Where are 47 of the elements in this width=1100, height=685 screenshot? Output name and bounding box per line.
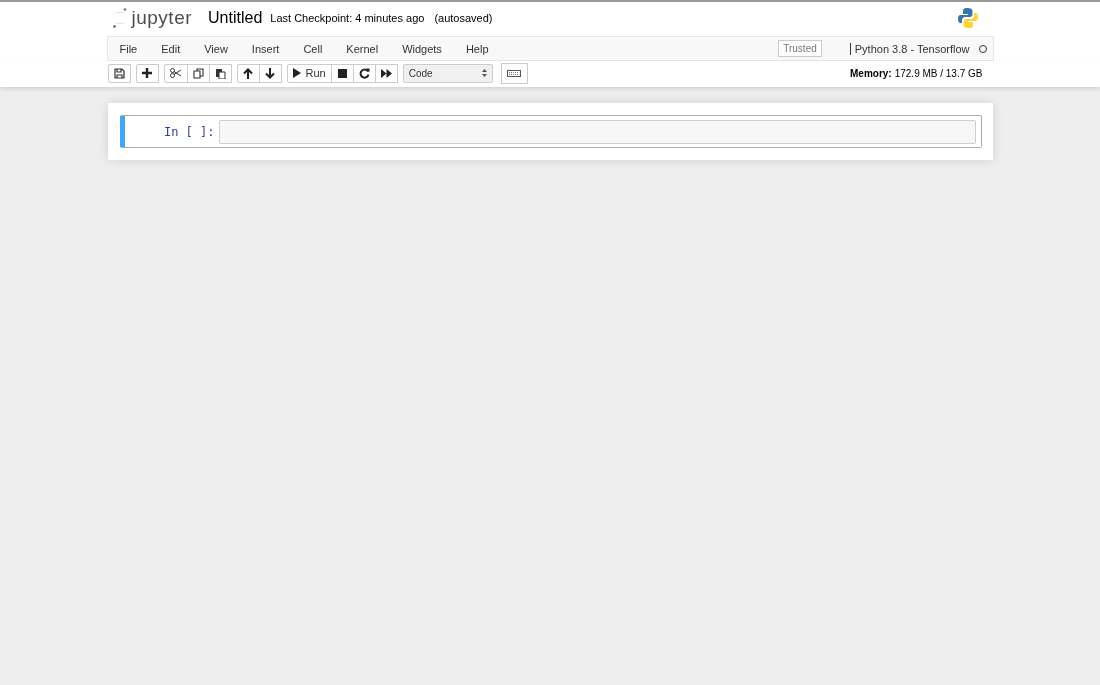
restart-button[interactable] <box>352 63 376 83</box>
logo-icon <box>111 7 128 29</box>
autosave-status: (autosaved) <box>434 12 493 24</box>
run-all-button[interactable] <box>374 63 398 83</box>
input-prompt: In [ ]: <box>162 125 216 139</box>
code-input-field[interactable] <box>218 120 976 144</box>
menu-item[interactable]: Edit <box>149 42 193 55</box>
scissors-icon <box>169 68 182 78</box>
arrow-down-icon <box>265 67 275 79</box>
restart-icon <box>358 67 370 79</box>
menu-item[interactable]: Kernel <box>334 42 391 55</box>
menu-item[interactable]: Insert <box>239 42 292 55</box>
code-cell[interactable]: In [ ]: <box>119 115 982 148</box>
save-icon <box>113 67 125 79</box>
stop-icon <box>337 68 347 78</box>
arrow-up-icon <box>243 67 253 79</box>
menu-item[interactable]: Widgets <box>390 42 454 55</box>
fast-forward-icon <box>380 68 392 78</box>
menu-item[interactable]: File <box>107 42 150 55</box>
copy-icon <box>192 67 204 79</box>
trusted-badge[interactable]: Trusted <box>778 40 822 57</box>
paste-icon <box>214 67 226 79</box>
move-down-button[interactable] <box>258 63 282 83</box>
menu-item[interactable]: Help <box>453 42 501 55</box>
plus-icon <box>142 68 152 78</box>
logo-text[interactable]: jupyter <box>131 7 193 29</box>
insert-cell-button[interactable] <box>135 63 159 83</box>
play-icon <box>292 68 301 78</box>
menu-item[interactable]: View <box>192 42 240 55</box>
notebook-title[interactable]: Untitled <box>208 9 263 27</box>
kernel-name[interactable]: Python 3.8 - Tensorflow <box>849 42 970 55</box>
copy-button[interactable] <box>186 63 210 83</box>
interrupt-button[interactable] <box>330 63 354 83</box>
cut-button[interactable] <box>163 63 188 83</box>
memory-value: 172.9 MB / 13.7 GB <box>894 67 983 79</box>
updown-caret-icon <box>481 69 487 77</box>
memory-label: Memory: <box>850 67 892 79</box>
paste-button[interactable] <box>208 63 232 83</box>
command-palette-button[interactable] <box>500 62 528 84</box>
python-logo-icon <box>956 7 979 29</box>
run-button[interactable]: Run <box>286 63 332 83</box>
move-up-button[interactable] <box>236 63 260 83</box>
menu-item[interactable]: Cell <box>291 42 335 55</box>
keyboard-icon <box>507 69 522 77</box>
save-button[interactable] <box>107 63 131 83</box>
checkpoint-text: Last Checkpoint: 4 minutes ago <box>270 12 425 24</box>
cell-type-dropdown[interactable]: Code <box>402 63 493 83</box>
